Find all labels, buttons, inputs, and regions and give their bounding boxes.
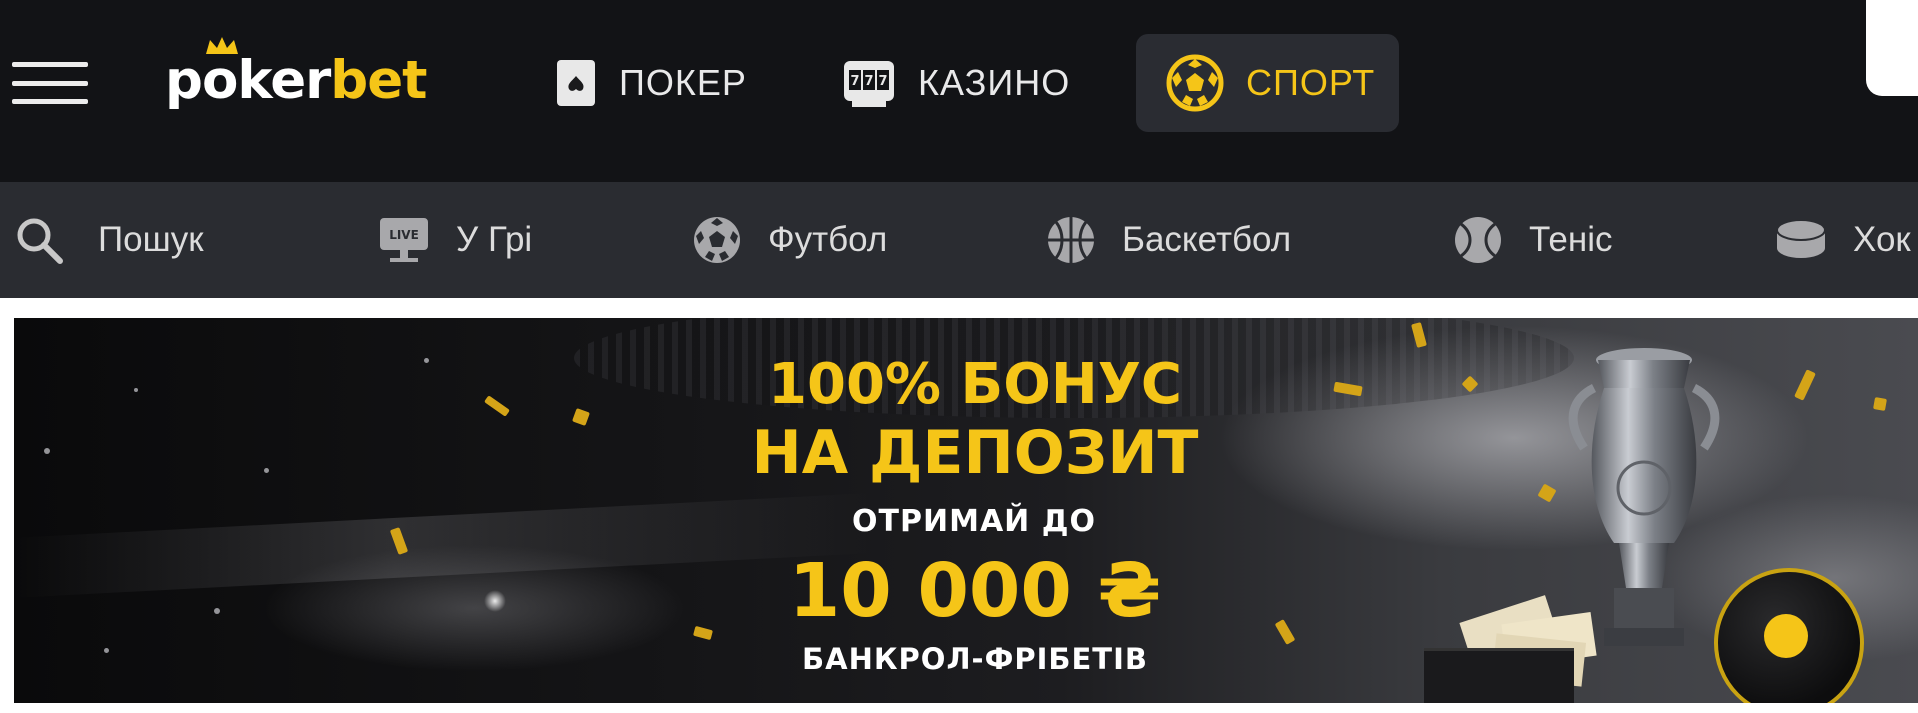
sport-subnav: Пошук LIVE У Грі Футбол Баскетбол Теніс …: [0, 182, 1918, 298]
ball-logo-badge: [1764, 614, 1808, 658]
promo-banner[interactable]: 100% БОНУС НА ДЕПОЗИТ ОТРИМАЙ ДО 10 000 …: [14, 318, 1918, 703]
svg-text:LIVE: LIVE: [389, 228, 419, 242]
subnav-live-label: У Грі: [456, 220, 533, 259]
subnav-tennis-label: Теніс: [1529, 220, 1613, 259]
tab-sport[interactable]: СПОРТ: [1136, 34, 1399, 132]
search-icon: [14, 215, 64, 265]
subnav-football-label: Футбол: [768, 220, 888, 259]
logo-text-bet: bet: [330, 50, 427, 111]
tab-casino[interactable]: 7 7 7 КАЗИНО: [842, 34, 1102, 132]
subnav-tennis[interactable]: Теніс: [1453, 182, 1612, 298]
hamburger-menu-icon[interactable]: [12, 62, 88, 104]
subnav-hockey-label: Хок: [1853, 220, 1911, 259]
live-tv-icon: LIVE: [378, 216, 430, 264]
svg-text:7: 7: [878, 74, 887, 89]
svg-text:7: 7: [850, 74, 859, 89]
subnav-search-label: Пошук: [98, 220, 204, 259]
subnav-live[interactable]: LIVE У Грі: [378, 182, 532, 298]
top-header: p o ker bet ПОКЕР 7 7 7 КАЗИНО СПОРТ: [0, 0, 1918, 182]
tab-sport-label: СПОРТ: [1246, 62, 1376, 103]
logo-text-ker: ker: [237, 50, 331, 111]
subnav-basketball-label: Баскетбол: [1122, 220, 1292, 259]
tab-casino-label: КАЗИНО: [918, 62, 1071, 103]
hockey-puck-icon: [1775, 218, 1827, 262]
tennis-ball-icon: [1453, 215, 1503, 265]
subnav-football[interactable]: Футбол: [692, 182, 887, 298]
logo-text-o: o: [202, 37, 238, 111]
soccer-ball-icon: [1166, 54, 1224, 112]
subnav-hockey[interactable]: Хок: [1775, 182, 1911, 298]
logo-text-p: p: [165, 50, 203, 111]
crown-icon: [205, 37, 238, 54]
subnav-search[interactable]: Пошук: [14, 182, 204, 298]
pokerbet-logo[interactable]: p o ker bet: [165, 37, 428, 120]
basketball-icon: [1046, 215, 1096, 265]
svg-text:7: 7: [864, 74, 873, 89]
subnav-basketball[interactable]: Баскетбол: [1046, 182, 1291, 298]
slot-machine-icon: 7 7 7: [842, 57, 896, 109]
tab-poker-label: ПОКЕР: [619, 62, 747, 103]
corner-panel: [1866, 0, 1918, 96]
football-icon: [692, 215, 742, 265]
tab-poker[interactable]: ПОКЕР: [555, 34, 785, 132]
playing-card-icon: [555, 58, 597, 108]
